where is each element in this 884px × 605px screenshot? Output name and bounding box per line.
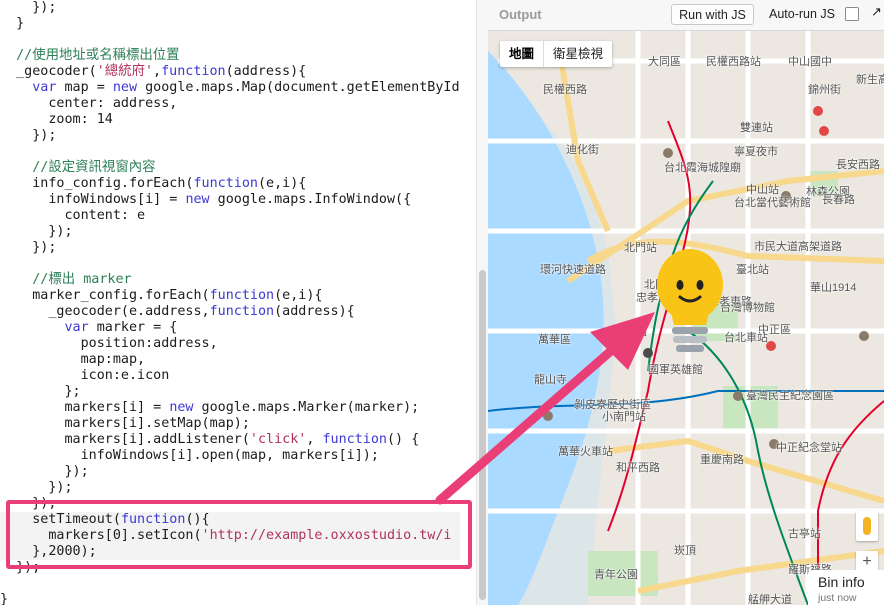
map-label: 寧夏夜市 <box>734 146 778 158</box>
map-label: 台北霞海城隍廟 <box>664 162 741 174</box>
map-label: 錦州街 <box>808 84 841 96</box>
street-view-pegman[interactable] <box>856 511 878 541</box>
lightbulb-marker-icon[interactable] <box>650 239 730 357</box>
code-line[interactable]: content: e <box>0 208 460 224</box>
code-line[interactable]: map:map, <box>0 352 460 368</box>
code-line[interactable]: //使用地址或名稱標出位置 <box>0 48 460 64</box>
code-line[interactable]: info_config.forEach(function(e,i){ <box>0 176 460 192</box>
map-label: 新生高架道路 <box>856 74 884 86</box>
map-label: 華山1914 <box>810 282 857 294</box>
code-line[interactable]: }; <box>0 384 460 400</box>
code-line[interactable]: _geocoder('總統府',function(address){ <box>0 64 460 80</box>
map-label: 台北車站 <box>724 332 768 344</box>
expand-arrow-icon[interactable]: ↗ <box>871 4 882 20</box>
output-header: Output Run with JS Auto-run JS ↗ <box>488 0 884 31</box>
code-line[interactable]: position:address, <box>0 336 460 352</box>
map-label: 迪化街 <box>566 144 599 156</box>
map-label: 長安西路 <box>836 159 880 171</box>
map-label: 民權西路 <box>543 84 587 96</box>
bin-info-title: Bin info <box>818 574 865 590</box>
run-with-js-button[interactable]: Run with JS <box>671 4 754 25</box>
map-label: 台北當代藝術館 <box>734 197 811 209</box>
code-line[interactable] <box>0 32 460 48</box>
code-line[interactable]: infoWindows[i] = new google.maps.InfoWin… <box>0 192 460 208</box>
map-label: 龍山寺 <box>534 374 567 386</box>
map-label: 臺灣民主紀念園區 <box>746 390 834 402</box>
code-line[interactable]: marker_config.forEach(function(e,i){ <box>0 288 460 304</box>
map-view[interactable]: 大同區 民權西路站 中山國中新生高架道路民權西路 錦州街雙連站寧夏夜市台北霞海城隍廟 迪… <box>488 31 884 605</box>
autorun-checkbox[interactable] <box>845 7 859 21</box>
code-line[interactable]: }); <box>0 128 460 144</box>
map-label: 大同區 <box>648 56 681 68</box>
output-title: Output <box>499 7 542 22</box>
code-line[interactable]: }); <box>0 464 460 480</box>
map-label: 小南門站 <box>602 411 646 423</box>
code-line[interactable]: markers[i].setMap(map); <box>0 416 460 432</box>
bin-info-timestamp: just now <box>818 592 857 604</box>
map-label: 雙連站 <box>740 122 773 134</box>
map-label: 臺北站 <box>736 264 769 276</box>
code-line[interactable]: icon:e.icon <box>0 368 460 384</box>
code-line[interactable] <box>0 576 460 592</box>
map-label: 中山國中 <box>788 56 832 68</box>
map-label: 古亭站 <box>788 528 821 540</box>
code-line[interactable] <box>0 256 460 272</box>
highlight-callout-box <box>6 500 472 569</box>
autorun-label[interactable]: Auto-run JS <box>769 7 835 21</box>
map-label: 重慶南路 <box>700 454 744 466</box>
map-label: 萬華區 <box>538 334 571 346</box>
bin-info-panel[interactable]: Bin info just now <box>808 570 884 605</box>
map-type-roadmap[interactable]: 地圖 <box>500 41 543 67</box>
map-label: 長春路 <box>822 194 855 206</box>
code-line[interactable]: //設定資訊視窗內容 <box>0 160 460 176</box>
code-line[interactable]: var map = new google.maps.Map(document.g… <box>0 80 459 96</box>
map-label: 市民大道高架道路 <box>754 241 842 253</box>
code-line[interactable]: infoWindows[i].open(map, markers[i]); <box>0 448 460 464</box>
code-line[interactable]: _geocoder(e.address,function(address){ <box>0 304 460 320</box>
code-line[interactable]: }); <box>0 0 460 16</box>
code-line[interactable]: }); <box>0 480 460 496</box>
map-label: 和平西路 <box>616 462 660 474</box>
map-type-control[interactable]: 地圖 衛星檢視 <box>500 41 613 67</box>
code-line[interactable]: } <box>0 592 460 605</box>
map-label: 民權西路站 <box>706 56 761 68</box>
map-label: 崁頂 <box>674 545 696 557</box>
map-label: 國軍英雄館 <box>648 364 703 376</box>
code-line[interactable] <box>0 144 460 160</box>
code-line[interactable]: markers[i].addListener('click', function… <box>0 432 460 448</box>
code-line[interactable]: markers[i] = new google.maps.Marker(mark… <box>0 400 460 416</box>
map-label: 萬華火車站 <box>558 446 613 458</box>
code-line[interactable]: var marker = { <box>0 320 460 336</box>
code-line[interactable]: }); <box>0 224 460 240</box>
map-type-satellite[interactable]: 衛星檢視 <box>544 41 612 67</box>
map-label: 艋舺大道 <box>748 594 792 605</box>
code-line[interactable]: //標出 marker <box>0 272 460 288</box>
code-line[interactable]: } <box>0 16 460 32</box>
code-line[interactable]: }); <box>0 240 460 256</box>
map-label: 青年公園 <box>594 569 638 581</box>
map-label: 西門站 <box>614 326 647 338</box>
map-label: 環河快速道路 <box>540 264 606 276</box>
map-label: 中正紀念堂站 <box>776 442 842 454</box>
code-line[interactable]: zoom: 14 <box>0 112 460 128</box>
code-line[interactable]: center: address, <box>0 96 460 112</box>
scrollbar-thumb[interactable] <box>479 270 486 600</box>
